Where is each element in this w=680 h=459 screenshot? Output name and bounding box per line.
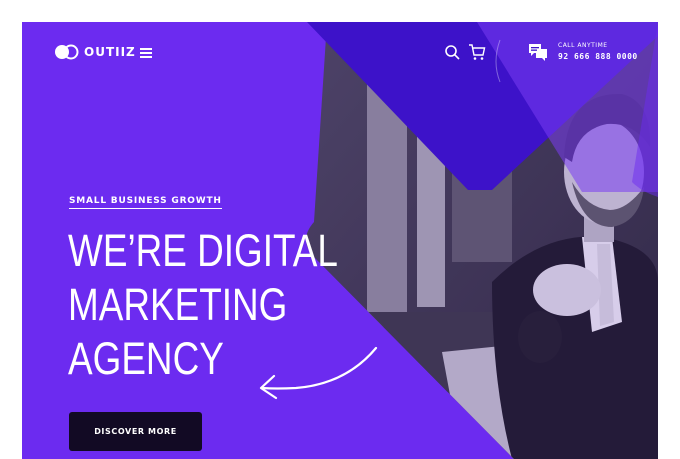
brand-name: OUTIIZ xyxy=(84,45,136,59)
logo-mark-icon xyxy=(55,44,79,60)
headline-line-1: WE’RE DIGITAL xyxy=(68,225,338,276)
chat-bubble-icon xyxy=(529,44,547,61)
cart-icon[interactable] xyxy=(468,43,486,61)
hero-section: OUTIIZ CALL ANYTIME 92 666 888 0000 SMAL… xyxy=(22,22,658,459)
discover-more-button[interactable]: DISCOVER MORE xyxy=(69,412,202,451)
search-icon[interactable] xyxy=(444,44,460,60)
hamburger-menu-icon[interactable] xyxy=(140,47,152,59)
phone-number[interactable]: 92 666 888 0000 xyxy=(558,52,638,61)
top-navigation: OUTIIZ CALL ANYTIME 92 666 888 0000 xyxy=(22,22,658,88)
headline-line-2: MARKETING xyxy=(68,279,288,330)
brand-logo[interactable]: OUTIIZ xyxy=(54,44,136,60)
call-anytime-label: CALL ANYTIME xyxy=(558,42,608,49)
curved-arrow-icon xyxy=(259,346,378,400)
hero-tagline: SMALL BUSINESS GROWTH xyxy=(69,196,222,209)
